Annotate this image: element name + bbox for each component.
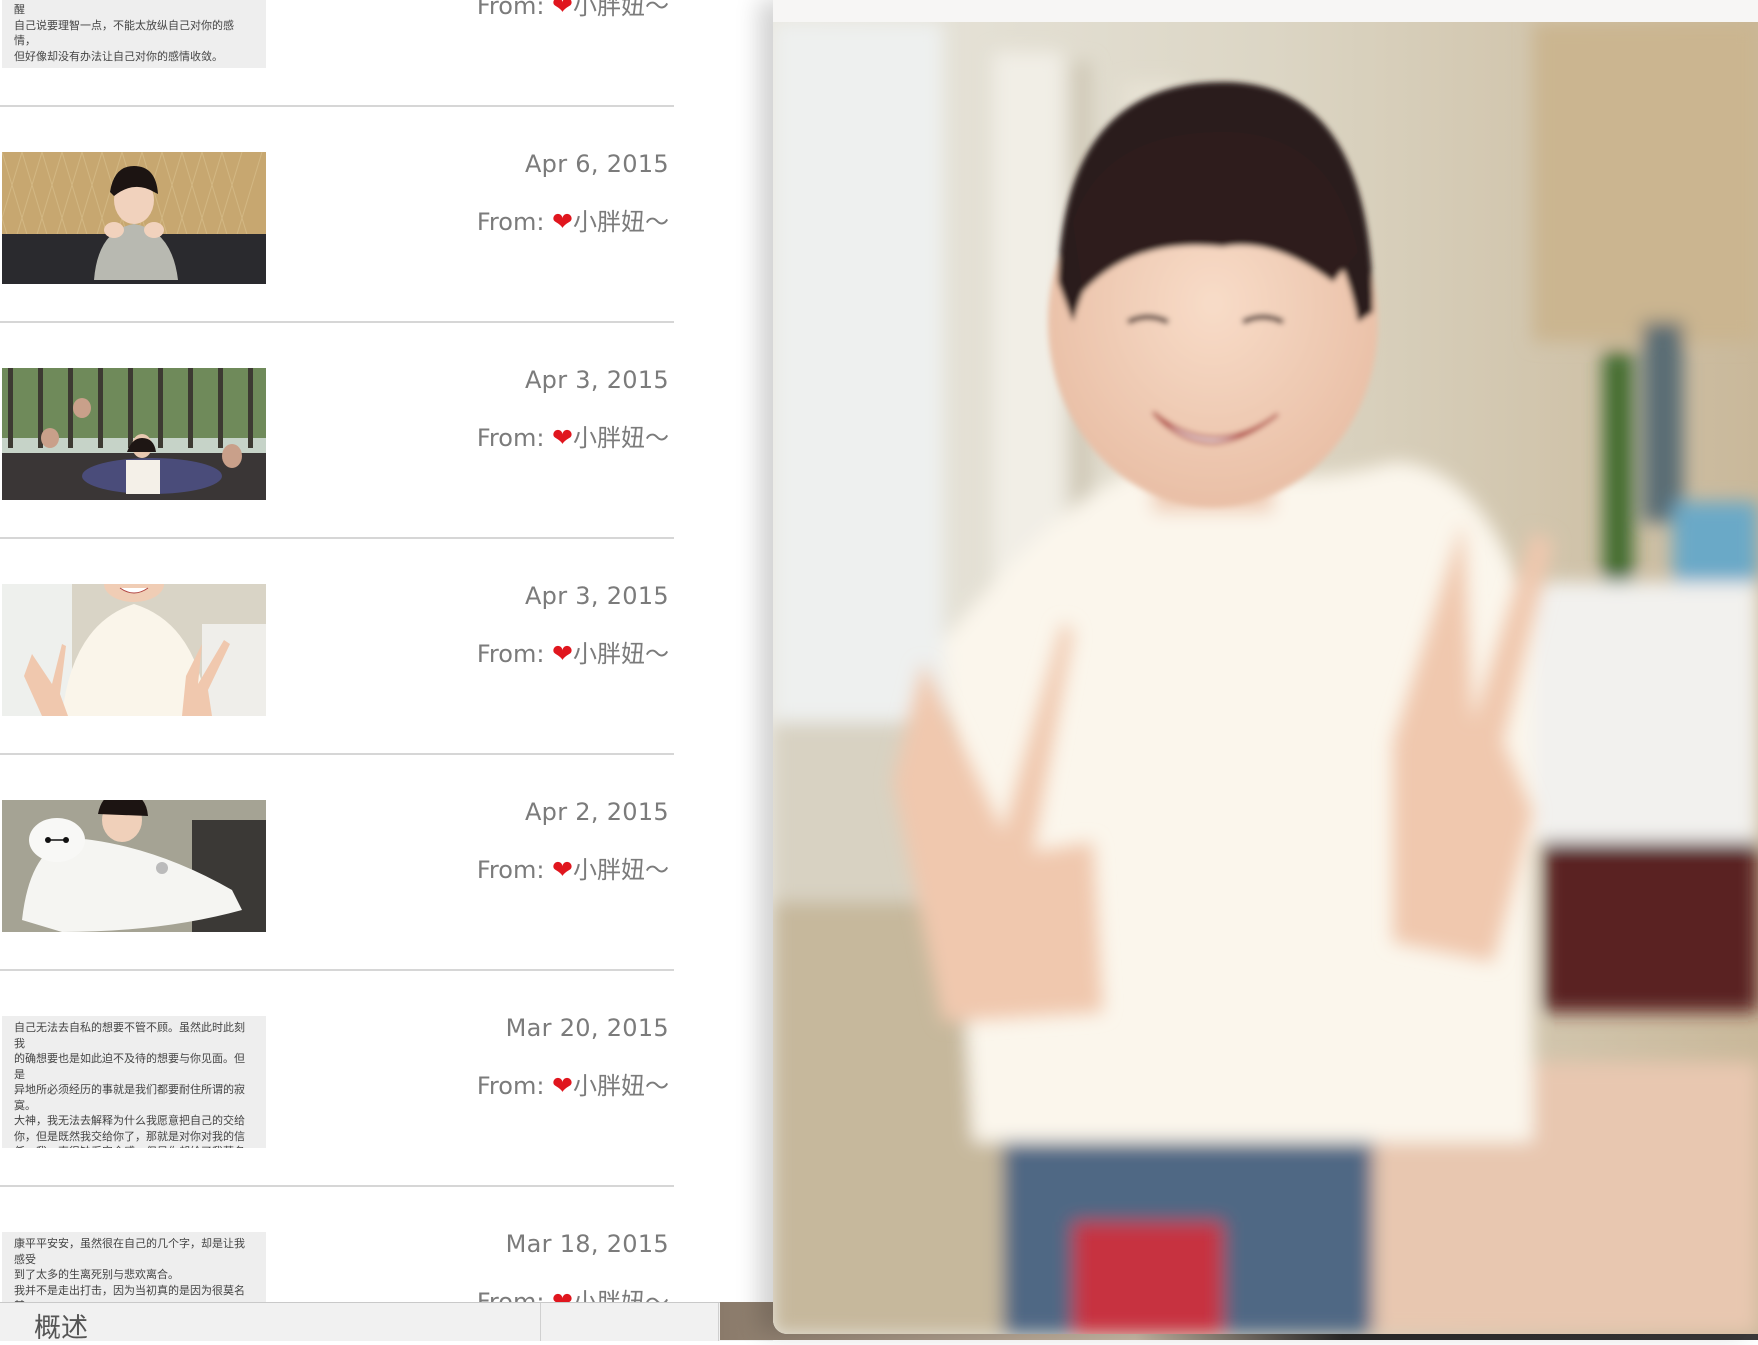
- sender-name: 小胖妞～: [573, 208, 669, 236]
- row-divider: [0, 969, 674, 971]
- sender-label: From:: [476, 640, 545, 668]
- row-divider: [0, 537, 674, 539]
- thumbnail-text-line: 异地所必须经历的事就是我们都要耐住所谓的寂: [14, 1083, 245, 1096]
- overview-tab[interactable]: 概述: [34, 1306, 88, 1345]
- message-list-item[interactable]: we'll just be long-distance.总觉得表达不完对你的爱意…: [0, 0, 674, 108]
- sender-label: From:: [476, 0, 545, 20]
- item-date: Apr 2, 2015: [524, 798, 669, 826]
- item-sender: From: ❤小胖妞～: [477, 202, 669, 237]
- red-heart-icon: ❤: [552, 1071, 573, 1100]
- message-list-item[interactable]: 自己无法去自私的想要不管不顾。虽然此时此刻我 的确想要也是如此迫不及待的想要与你见…: [0, 972, 674, 1188]
- thumbnail-text-line: 到了太多的生离死别与悲欢离合。: [14, 1268, 179, 1281]
- text-note-thumbnail[interactable]: 康平平安安，虽然很在自己的几个字，却是让我感受到了太多的生离死别与悲欢离合。我并…: [2, 1232, 266, 1302]
- sender-name: 小胖妞～: [573, 856, 669, 884]
- text-note-thumbnail[interactable]: we'll just be long-distance.总觉得表达不完对你的爱意…: [2, 0, 266, 68]
- thumbnail-text-line: 寞。: [14, 1098, 36, 1112]
- preview-titlebar[interactable]: [773, 0, 1758, 23]
- item-date: Mar 18, 2015: [505, 1230, 669, 1258]
- thumbnail-image: [2, 584, 266, 716]
- toolbar-divider: [718, 1303, 719, 1341]
- toolbar-divider: [540, 1303, 541, 1341]
- sender-name: 小胖妞～: [573, 640, 669, 668]
- thumbnail-text-line: 自己说要理智一点，不能太放纵自己对你的感情，: [14, 18, 234, 48]
- sender-label: From:: [476, 208, 545, 236]
- thumbnail-text-line: 康平平安安，虽然很在自己的几个字，却是让我感受: [14, 1237, 245, 1266]
- text-note-thumbnail[interactable]: 自己无法去自私的想要不管不顾。虽然此时此刻我 的确想要也是如此迫不及待的想要与你见…: [2, 1016, 266, 1148]
- item-date: Apr 3, 2015: [524, 366, 669, 394]
- sender-name: 小胖妞～: [573, 0, 669, 20]
- thumbnail-text-line: 自己无法去自私的想要不管不顾。虽然此时此刻我: [14, 1021, 245, 1050]
- item-date: Apr 6, 2015: [524, 150, 669, 178]
- thumbnail-text-line: 我并不是走出打击，因为当初真的是因为很莫名其: [14, 1283, 245, 1303]
- sender-label: From:: [476, 424, 545, 452]
- message-list-item[interactable]: 康平平安安，虽然很在自己的几个字，却是让我感受到了太多的生离死别与悲欢离合。我并…: [0, 1188, 674, 1302]
- item-date: Mar 20, 2015: [505, 1014, 669, 1042]
- thumbnail-text-line: 大神，我无法去解释为什么我愿意把自己的交给: [14, 1114, 245, 1127]
- sender-name: 小胖妞～: [573, 1288, 669, 1302]
- thumbnail-image: [2, 368, 266, 500]
- red-heart-icon: ❤: [552, 423, 573, 452]
- sender-label: From:: [476, 1072, 545, 1100]
- item-sender: From: ❤小胖妞～: [477, 850, 669, 885]
- item-sender: From: ❤小胖妞～: [477, 418, 669, 453]
- item-sender: From: ❤小胖妞～: [477, 0, 669, 21]
- photo-thumbnail[interactable]: [2, 800, 266, 932]
- thumbnail-text-line: 的确想要也是如此迫不及待的想要与你见面。但是: [14, 1052, 245, 1081]
- item-date: Apr 3, 2015: [524, 582, 669, 610]
- thumbnail-image: [2, 800, 266, 932]
- red-heart-icon: ❤: [552, 855, 573, 884]
- red-heart-icon: ❤: [552, 0, 573, 20]
- photo-thumbnail[interactable]: [2, 584, 266, 716]
- bottom-toolbar: 概述: [0, 1302, 773, 1344]
- red-heart-icon: ❤: [552, 1287, 573, 1302]
- message-list: we'll just be long-distance.总觉得表达不完对你的爱意…: [0, 0, 773, 1302]
- sender-name: 小胖妞～: [573, 1072, 669, 1100]
- red-heart-icon: ❤: [552, 639, 573, 668]
- thumbnail-text-line: 你，但是既然我交给你了，那就是对你对我的信: [14, 1129, 245, 1143]
- row-divider: [0, 321, 674, 323]
- message-list-item[interactable]: Apr 2, 2015 From: ❤小胖妞～: [0, 756, 674, 972]
- sender-label: From:: [476, 856, 545, 884]
- row-divider: [0, 105, 674, 107]
- thumbnail-text-line: 但好像却没有办法让自己对你的感情收敛。: [14, 49, 223, 63]
- message-list-item[interactable]: Apr 3, 2015 From: ❤小胖妞～: [0, 324, 674, 540]
- red-heart-icon: ❤: [552, 207, 573, 236]
- item-sender: From: ❤小胖妞～: [477, 1066, 669, 1101]
- sender-label: From:: [476, 1288, 545, 1302]
- photo-preview-window[interactable]: [773, 0, 1758, 1334]
- item-sender: From: ❤小胖妞～: [477, 634, 669, 669]
- thumbnail-image: [2, 152, 266, 284]
- item-sender: From: ❤小胖妞～: [477, 1282, 669, 1302]
- preview-photo: [773, 22, 1758, 1334]
- photo-thumbnail[interactable]: [2, 368, 266, 500]
- message-list-item[interactable]: Apr 6, 2015 From: ❤小胖妞～: [0, 108, 674, 324]
- photo-thumbnail[interactable]: [2, 152, 266, 284]
- thumbnail-text-line: 任。我一直很缺乏安全感，但是你却给了我莫名的: [14, 1144, 254, 1148]
- row-divider: [0, 753, 674, 755]
- row-divider: [0, 1185, 674, 1187]
- sender-name: 小胖妞～: [573, 424, 669, 452]
- thumbnail-text-line: 得每天比前一天更爱你，更想要缠着依赖你。提醒: [14, 0, 245, 16]
- message-list-item[interactable]: Apr 3, 2015 From: ❤小胖妞～: [0, 540, 674, 756]
